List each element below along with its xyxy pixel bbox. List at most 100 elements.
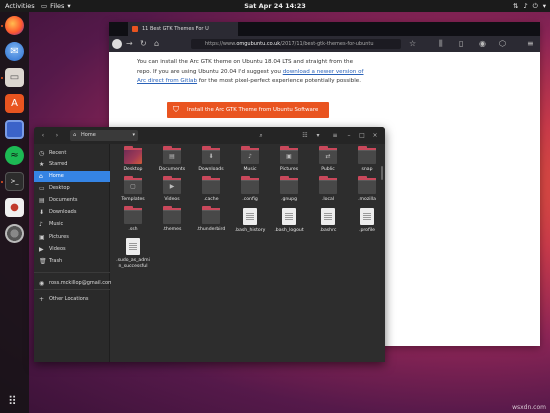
minimize-icon[interactable]: –	[345, 130, 353, 141]
sidebar-item-label: ross.mckillop@gmail.com	[49, 280, 113, 286]
sidebar-toggle-icon[interactable]: ▯	[459, 39, 463, 49]
url-path: /2017/11/best-gtk-themes-for-ubuntu	[280, 41, 374, 47]
menu-icon[interactable]: ≡	[330, 130, 340, 141]
folder-item[interactable]: ⬇ Downloads	[193, 146, 229, 173]
clock[interactable]: Sat Apr 24 14:23	[0, 0, 550, 12]
folder-item[interactable]: .gnupg	[271, 176, 307, 203]
firefox-icon[interactable]	[5, 16, 24, 35]
folder-item[interactable]: .local	[310, 176, 346, 203]
sidebar-item-trash[interactable]: 🗑 Trash	[34, 256, 110, 267]
file-item[interactable]: .profile	[349, 208, 385, 234]
sidebar-item-other-locations[interactable]: + Other Locations	[34, 294, 110, 305]
browser-tab[interactable]: 11 Best GTK Themes For U	[128, 22, 238, 36]
forward-button[interactable]: ›	[52, 130, 62, 141]
forward-button[interactable]: →	[126, 39, 133, 49]
sidebar-item-music[interactable]: ♪ Music	[34, 219, 110, 230]
install-arc-theme-button[interactable]: ⛉ Install the Arc GTK Theme from Ubuntu …	[167, 102, 329, 118]
pomodoro-icon[interactable]: ●	[5, 198, 24, 217]
extension-icon[interactable]: ⬡	[499, 39, 506, 49]
back-button[interactable]: ‹	[38, 130, 48, 141]
terminal-icon[interactable]: >_	[5, 172, 24, 191]
file-item[interactable]: .bash_history	[232, 208, 268, 234]
folder-item[interactable]: ♪ Music	[232, 146, 268, 173]
folder-glyph-icon: ▶	[169, 183, 175, 190]
home-icon: ⌂	[73, 132, 77, 138]
menu-icon[interactable]: ≡	[527, 39, 534, 49]
sidebar-item-home[interactable]: ⌂ Home	[34, 171, 110, 182]
sidebar-item-pictures[interactable]: ▣ Pictures	[34, 232, 110, 243]
url-bar[interactable]: https://www.omgubuntu.co.uk/2017/11/best…	[191, 39, 401, 49]
url-prefix: https://www.	[205, 41, 237, 47]
thunderbird-icon[interactable]: ✉	[5, 42, 24, 61]
item-label: .gnupg	[280, 197, 298, 202]
folder-item[interactable]: .themes	[154, 206, 190, 233]
show-applications-icon[interactable]: ⠿	[8, 394, 22, 408]
folder-item[interactable]: snap	[349, 146, 385, 173]
item-label: .bash_logout	[274, 228, 304, 233]
item-label: Desktop	[123, 167, 143, 172]
folder-item[interactable]: .ssh	[115, 206, 151, 233]
folder-icon	[241, 176, 259, 194]
maximize-icon[interactable]: □	[358, 130, 366, 141]
folder-item[interactable]: .config	[232, 176, 268, 203]
folder-item[interactable]: ▢ Templates	[115, 176, 151, 203]
file-item[interactable]: .bashrc	[310, 208, 346, 234]
sidebar-item-videos[interactable]: ▶ Videos	[34, 244, 110, 255]
sidebar-item-label: Documents	[49, 197, 78, 203]
folder-glyph-icon: ⬇	[208, 153, 214, 160]
sidebar-item-documents[interactable]: ▤ Documents	[34, 195, 110, 206]
view-list-icon[interactable]: ☷	[300, 130, 310, 141]
sidebar-item-downloads[interactable]: ⬇ Downloads	[34, 207, 110, 218]
sidebar-item-label: Music	[49, 221, 64, 227]
sidebar-item-ross-mckillop-gmail-com[interactable]: ◉ ross.mckillop@gmail.com	[34, 278, 113, 289]
clock-icon: ◷	[39, 150, 45, 157]
folder-item[interactable]: Desktop	[115, 146, 151, 173]
chevron-down-icon: ▾	[132, 132, 135, 138]
folder-icon: ▣	[280, 146, 298, 164]
files-icon[interactable]: ▭	[5, 68, 24, 87]
files-sidebar: ◷ Recent ★ Starred ⌂ Home ▭ Desktop ▤ Documents ⬇ D…	[34, 144, 113, 362]
item-label: .bash_history	[234, 228, 266, 233]
folder-item[interactable]: ⇄ Public	[310, 146, 346, 173]
item-label: .config	[242, 197, 258, 202]
account-icon[interactable]: ◉	[479, 39, 486, 49]
item-label: Documents	[158, 167, 186, 172]
library-icon[interactable]: ⫼	[439, 39, 443, 49]
folder-item[interactable]: ▣ Pictures	[271, 146, 307, 173]
path-bar[interactable]: ⌂ Home ▾	[70, 130, 138, 141]
folder-item[interactable]: .thunderbird	[193, 206, 229, 233]
folder-item[interactable]: ▶ Videos	[154, 176, 190, 203]
folder-item[interactable]: .cache	[193, 176, 229, 203]
navigation-bar: → ↻ ⌂ https://www.omgubuntu.co.uk/2017/1…	[109, 36, 540, 52]
text-file-icon	[282, 208, 296, 225]
software-center-icon[interactable]: A	[5, 94, 24, 113]
folder-glyph-icon: ♪	[248, 153, 252, 160]
sidebar-item-starred[interactable]: ★ Starred	[34, 159, 110, 170]
close-icon[interactable]: ×	[371, 130, 379, 141]
system-tray[interactable]: ⇅ ♪ ⏻ ▾	[513, 0, 546, 12]
back-button[interactable]	[112, 39, 122, 49]
folder-item[interactable]: .mozilla	[349, 176, 385, 203]
sidebar-item-recent[interactable]: ◷ Recent	[34, 148, 110, 159]
file-item[interactable]: .sudo_as_admin_successful	[115, 238, 151, 269]
folder-icon	[163, 206, 181, 224]
home-button[interactable]: ⌂	[154, 39, 159, 49]
star-icon: ★	[39, 161, 45, 168]
spotify-icon[interactable]: ≈	[5, 146, 24, 165]
folder-icon	[358, 176, 376, 194]
paragraph-text-2: for the most pixel-perfect experience po…	[197, 78, 362, 84]
chevron-down-icon[interactable]: ▾	[314, 130, 322, 141]
item-label: snap	[361, 167, 373, 172]
screenshot-icon[interactable]	[5, 120, 24, 139]
file-item[interactable]: .bash_logout	[271, 208, 307, 234]
music-icon: ♪	[39, 221, 43, 228]
search-icon[interactable]: ⌕	[256, 130, 266, 141]
item-label: .themes	[162, 227, 182, 232]
folder-icon	[358, 146, 376, 164]
sidebar-item-desktop[interactable]: ▭ Desktop	[34, 183, 110, 194]
folder-item[interactable]: ▤ Documents	[154, 146, 190, 173]
settings-icon[interactable]	[5, 224, 24, 243]
top-bar: Activities ▭ Files ▾ Sat Apr 24 14:23 ⇅ …	[0, 0, 550, 12]
reload-button[interactable]: ↻	[140, 39, 147, 49]
bookmark-star-icon[interactable]: ☆	[409, 39, 416, 49]
